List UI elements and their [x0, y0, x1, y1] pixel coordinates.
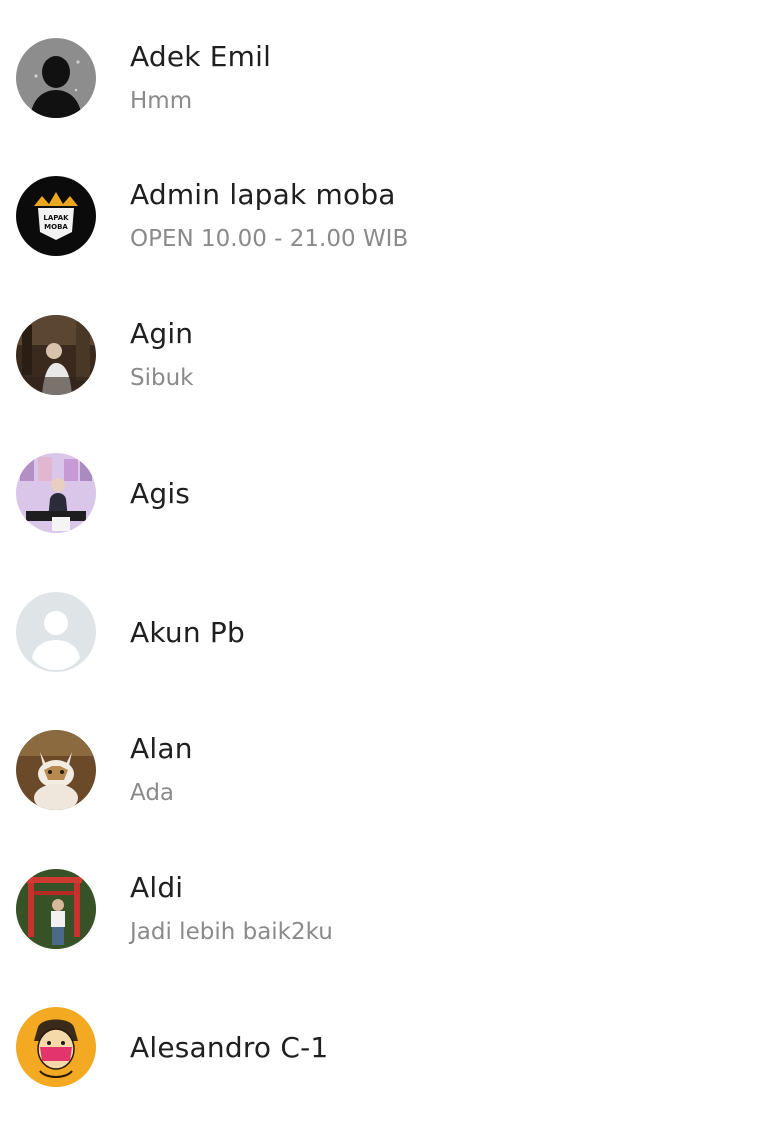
avatar[interactable]	[16, 592, 96, 672]
contact-item-alan[interactable]: Alan Ada	[0, 710, 761, 830]
contact-status: Ada	[130, 780, 175, 806]
contact-name: Aldi	[130, 871, 184, 904]
avatar[interactable]	[16, 38, 96, 118]
contact-item-akun-pb[interactable]: Akun Pb	[0, 572, 761, 692]
illustration-avatar-icon	[16, 1007, 96, 1087]
contact-item-agin[interactable]: Agin Sibuk	[0, 295, 761, 415]
contact-item-admin-lapak-moba[interactable]: LAPAK MOBA Admin lapak moba OPEN 10.00 -…	[0, 156, 761, 276]
contact-name: Alan	[130, 732, 193, 765]
contact-item-alesandro-c-1[interactable]: Alesandro C-1	[0, 987, 761, 1107]
contact-name: Alesandro C-1	[130, 1031, 329, 1064]
avatar[interactable]	[16, 1007, 96, 1087]
contact-status: Jadi lebih baik2ku	[130, 919, 333, 945]
contact-item-aldi[interactable]: Aldi Jadi lebih baik2ku	[0, 849, 761, 969]
photo-avatar-icon	[16, 315, 96, 395]
avatar[interactable]	[16, 315, 96, 395]
contact-name: Adek Emil	[130, 40, 272, 73]
lapak-moba-logo-text: LAPAK	[43, 214, 69, 222]
contact-name: Admin lapak moba	[130, 178, 396, 211]
contact-name: Akun Pb	[130, 616, 245, 649]
dark-silhouette-avatar-icon	[16, 38, 96, 118]
contact-item-agis[interactable]: Agis	[0, 433, 761, 553]
avatar[interactable]: LAPAK MOBA	[16, 176, 96, 256]
cat-photo-avatar-icon	[16, 730, 96, 810]
avatar[interactable]	[16, 453, 96, 533]
photo-avatar-icon	[16, 869, 96, 949]
avatar[interactable]	[16, 730, 96, 810]
contact-status: Sibuk	[130, 365, 194, 391]
contact-list: Adek Emil Hmm LAPAK MOBA Admin lapak mob…	[0, 0, 761, 1123]
default-person-avatar-icon	[16, 592, 96, 672]
contact-item-adek-emil[interactable]: Adek Emil Hmm	[0, 18, 761, 138]
contact-status: Hmm	[130, 88, 193, 114]
svg-text:MOBA: MOBA	[44, 223, 68, 231]
lapak-moba-logo-avatar-icon: LAPAK MOBA	[16, 176, 96, 256]
contact-status: OPEN 10.00 - 21.00 WIB	[130, 226, 409, 252]
contact-name: Agis	[130, 477, 191, 510]
contact-name: Agin	[130, 317, 194, 350]
avatar[interactable]	[16, 869, 96, 949]
photo-avatar-icon	[16, 453, 96, 533]
